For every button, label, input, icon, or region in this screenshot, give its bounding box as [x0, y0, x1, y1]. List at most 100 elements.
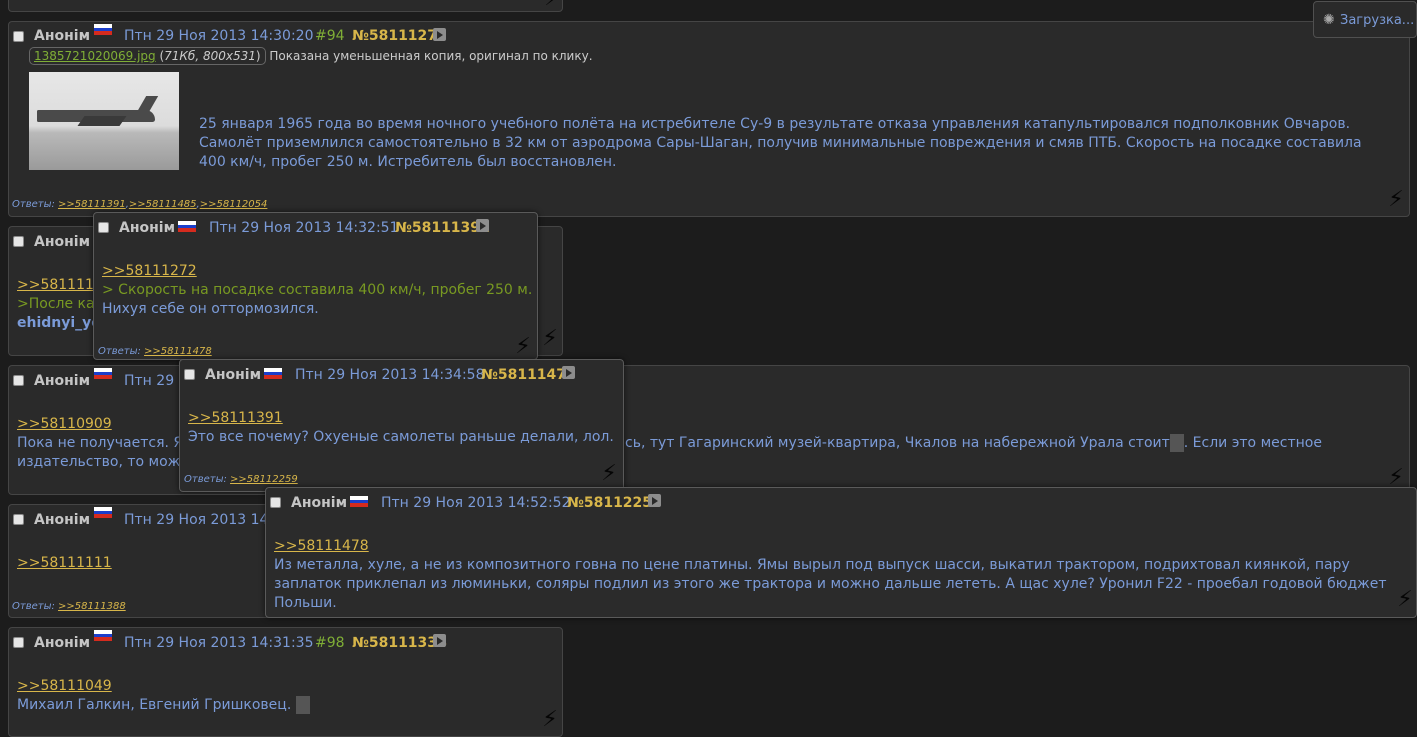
- play-icon[interactable]: [562, 366, 575, 379]
- spoiler-block[interactable]: [295, 696, 310, 714]
- plane-tail-shape: [135, 96, 159, 114]
- post-date: Птн 29 Ноя 2013 14:: [124, 512, 274, 528]
- lightning-icon[interactable]: ⚡: [514, 335, 532, 359]
- russia-flag-icon: [94, 630, 112, 641]
- post-select-checkbox[interactable]: [270, 497, 281, 508]
- post-reflink[interactable]: >>58111272: [102, 263, 197, 279]
- post-message-start: Пока не получается. Я: [17, 435, 184, 451]
- post-select-checkbox[interactable]: [98, 222, 109, 233]
- post-message: 25 января 1965 года во время ночного уче…: [199, 116, 1362, 170]
- post-bold-text: ehidnyi_yo: [17, 315, 101, 331]
- russia-flag-icon: [350, 496, 368, 507]
- post-replies: Ответы: >>58111388: [12, 601, 126, 612]
- spoiler-block[interactable]: [1169, 434, 1184, 452]
- post-date: Птн 29 Ноя 2013 14:34:58: [295, 367, 485, 383]
- russia-flag-icon: [94, 24, 112, 35]
- play-icon[interactable]: [433, 634, 446, 647]
- popup-post-58111478: Анонім Птн 29 Ноя 2013 14:34:58 №5811147…: [179, 359, 624, 492]
- loading-label: Загрузка...: [1340, 13, 1415, 28]
- post-quote: >После кат: [17, 296, 103, 312]
- poster-name: Анонім: [291, 495, 348, 511]
- post-date: Птн 29 Ноя 2013 14:32:51: [209, 220, 399, 236]
- loading-indicator: ✺ Загрузка...: [1313, 1, 1417, 38]
- popup-post-58111391: Анонім Птн 29 Ноя 2013 14:32:51 №5811139…: [93, 212, 538, 360]
- post-message-mid: сь, тут Гагаринский музей-квартира, Чкал…: [625, 434, 1322, 453]
- reply-link[interactable]: >>58111388: [58, 601, 126, 612]
- post-date: Птн 29: [124, 373, 175, 389]
- post-replies: Ответы: >>58111478: [98, 346, 212, 357]
- post-select-checkbox[interactable]: [13, 31, 24, 42]
- post-header: Анонім Птн 29 Ноя 2013 14:34:58 №5811147…: [180, 360, 623, 388]
- poster-name: Анонім: [34, 373, 91, 389]
- post-select-checkbox[interactable]: [13, 637, 24, 648]
- post-reflink[interactable]: >>58111478: [274, 538, 369, 554]
- poster-name: Анонім: [34, 28, 91, 44]
- post-message-end-text: . Если это местное: [1183, 435, 1322, 451]
- post-quote: > Скорость на посадке составила 400 км/ч…: [102, 282, 533, 298]
- post-reflink[interactable]: >>58111049: [17, 678, 112, 694]
- post-58111272: Анонім Птн 29 Ноя 2013 14:30:20 #94 №581…: [8, 21, 1410, 217]
- replies-label: Ответы:: [12, 601, 55, 612]
- lightning-icon[interactable]: ⚡: [543, 0, 561, 11]
- post-message-mid-text: сь, тут Гагаринский музей-квартира, Чкал…: [625, 435, 1170, 451]
- post-header: Анонім Птн 29 Ноя 2013 14:31:35 #98 №581…: [9, 628, 562, 656]
- post-number: #98: [315, 635, 345, 651]
- post-date: Птн 29 Ноя 2013 14:31:35: [124, 635, 314, 651]
- post-replies: Ответы: >>58111391,>>58111485,>>58112054: [12, 199, 268, 210]
- russia-flag-icon: [264, 368, 282, 379]
- lightning-icon[interactable]: ⚡: [541, 327, 559, 351]
- post-select-checkbox[interactable]: [13, 236, 24, 247]
- post-58111334: Анонім Птн 29 Ноя 2013 14:31:35 #98 №581…: [8, 627, 563, 737]
- post-message-text: Михаил Галкин, Евгений Гришковец.: [17, 697, 292, 713]
- poster-name: Анонім: [34, 512, 91, 528]
- russia-flag-icon: [94, 368, 112, 379]
- reply-link[interactable]: >>58111485: [129, 199, 197, 210]
- post-select-checkbox[interactable]: [184, 369, 195, 380]
- spinner-icon: ✺: [1323, 12, 1335, 28]
- file-info: 1385721020069.jpg (71Кб, 800x531) Показа…: [29, 47, 593, 65]
- replies-label: Ответы:: [12, 199, 55, 210]
- lightning-icon[interactable]: ⚡: [1396, 588, 1414, 612]
- previous-post-edge: ⚡: [8, 0, 563, 12]
- play-icon[interactable]: [433, 28, 446, 41]
- post-date: Птн 29 Ноя 2013 14:30:20: [124, 28, 314, 44]
- lightning-icon[interactable]: ⚡: [1387, 188, 1405, 212]
- post-reflink[interactable]: >>58111391: [188, 410, 283, 426]
- reply-link[interactable]: >>58112054: [200, 199, 268, 210]
- post-image-thumbnail[interactable]: [29, 72, 179, 170]
- poster-name: Анонім: [34, 234, 91, 250]
- russia-flag-icon: [178, 221, 196, 232]
- post-message: Михаил Галкин, Евгений Гришковец.: [17, 696, 310, 715]
- post-header: Анонім Птн 29 Ноя 2013 14:52:52 №5811225…: [266, 488, 1416, 516]
- poster-name: Анонім: [34, 635, 91, 651]
- reply-link[interactable]: >>58111391: [58, 199, 126, 210]
- file-meta: 71Кб, 800x531: [164, 49, 256, 63]
- russia-flag-icon: [94, 507, 112, 518]
- post-reflink[interactable]: >>58110909: [17, 416, 112, 432]
- post-date: Птн 29 Ноя 2013 14:52:52: [381, 495, 571, 511]
- file-note: Показана уменьшенная копия, оригинал по …: [269, 49, 593, 63]
- post-select-checkbox[interactable]: [13, 514, 24, 525]
- post-number: #94: [315, 28, 345, 44]
- post-message: Это все почему? Охуеные самолеты раньше …: [188, 429, 614, 445]
- play-icon[interactable]: [476, 219, 489, 232]
- reply-link[interactable]: >>58111478: [144, 346, 212, 357]
- post-message: Из металла, хуле, а не из композитного г…: [274, 557, 1387, 611]
- plane-wing-shape: [77, 116, 127, 126]
- reply-link[interactable]: >>58112259: [230, 474, 298, 485]
- post-replies: Ответы: >>58112259: [184, 474, 298, 485]
- post-message: Нихуя себе он оттормозился.: [102, 301, 319, 317]
- post-header: Анонім Птн 29 Ноя 2013 14:30:20 #94 №581…: [9, 22, 1409, 50]
- file-link[interactable]: 1385721020069.jpg: [34, 49, 156, 63]
- lightning-icon[interactable]: ⚡: [600, 462, 618, 486]
- lightning-icon[interactable]: ⚡: [541, 708, 559, 732]
- popup-post-58112259: Анонім Птн 29 Ноя 2013 14:52:52 №5811225…: [265, 487, 1417, 618]
- post-header: Анонім Птн 29 Ноя 2013 14:32:51 №5811139…: [94, 213, 537, 241]
- poster-name: Анонім: [205, 367, 262, 383]
- post-select-checkbox[interactable]: [13, 375, 24, 386]
- replies-label: Ответы:: [184, 474, 227, 485]
- post-message-line2: издательство, то мож: [17, 454, 181, 470]
- poster-name: Анонім: [119, 220, 176, 236]
- post-reflink[interactable]: >>58111111: [17, 555, 112, 571]
- play-icon[interactable]: [648, 494, 661, 507]
